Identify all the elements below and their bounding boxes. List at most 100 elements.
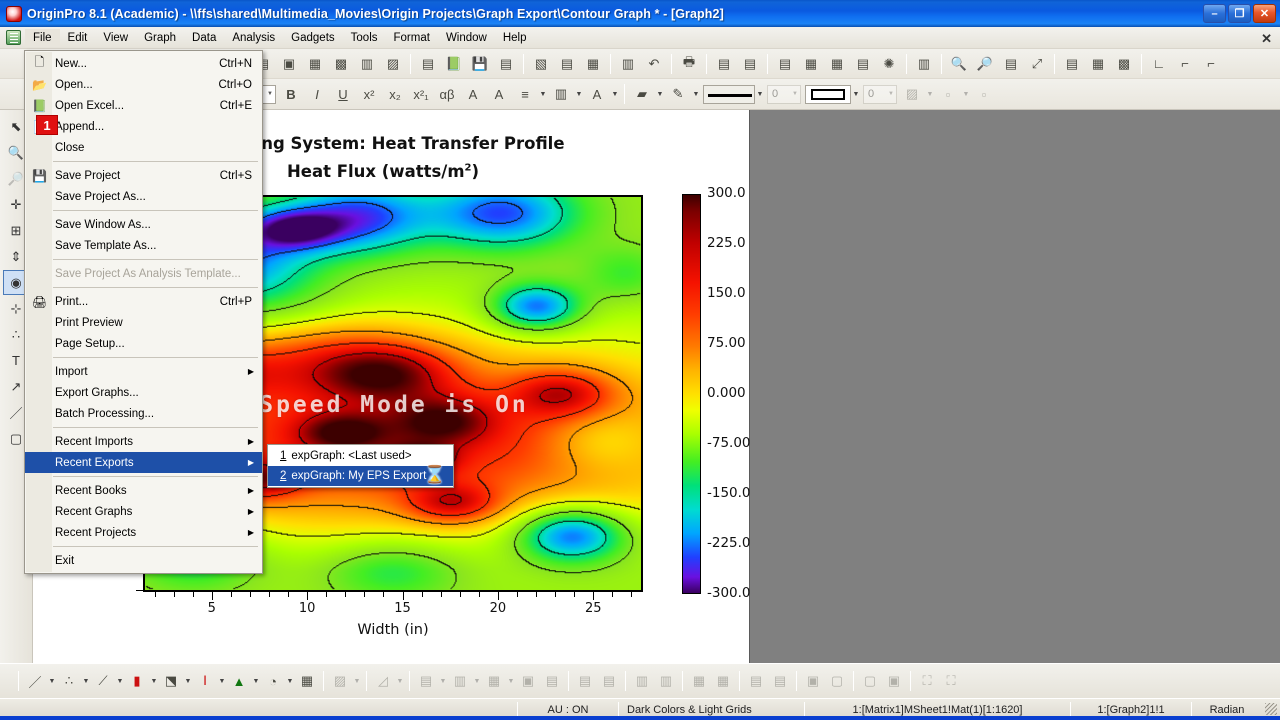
project-explorer-icon[interactable]: ▤ bbox=[773, 52, 797, 76]
chevron-down-icon[interactable]: ▼ bbox=[574, 91, 584, 98]
workbook-icon[interactable]: ▦ bbox=[825, 52, 849, 76]
pattern-fill-icon[interactable]: ▨ bbox=[900, 82, 924, 106]
chevron-down-icon[interactable]: ▼ bbox=[217, 678, 227, 685]
zoom-in-icon[interactable]: 🔍 bbox=[947, 52, 971, 76]
chevron-down-icon[interactable]: ▼ bbox=[285, 678, 295, 685]
file-menu-item-batch-processing[interactable]: Batch Processing... bbox=[25, 403, 262, 424]
underline-icon[interactable]: U bbox=[331, 82, 355, 106]
file-menu-item-export-graphs[interactable]: Export Graphs... bbox=[25, 382, 262, 403]
colorbar[interactable] bbox=[682, 194, 701, 594]
file-menu-item-print-preview[interactable]: Print Preview bbox=[25, 312, 262, 333]
chevron-down-icon[interactable]: ▼ bbox=[851, 91, 861, 98]
slider-icon[interactable]: ▥ bbox=[912, 52, 936, 76]
file-menu-item-exit[interactable]: Exit bbox=[25, 550, 262, 571]
add-bottom-x-left-y-icon[interactable]: ∟ bbox=[1147, 52, 1171, 76]
fill-area-plot-icon[interactable]: ▲ bbox=[228, 669, 250, 693]
file-menu-item-close[interactable]: Close bbox=[25, 137, 262, 158]
zoom-out-icon[interactable]: 🔎 bbox=[973, 52, 997, 76]
menu-graph[interactable]: Graph bbox=[136, 29, 184, 47]
recent-export-item-1[interactable]: 1 expGraph: <Last used> bbox=[268, 446, 453, 466]
font-color-icon[interactable]: A bbox=[585, 82, 609, 106]
superscript-icon[interactable]: x² bbox=[357, 82, 381, 106]
results-log-icon[interactable]: ▦ bbox=[799, 52, 823, 76]
open-excel-icon[interactable]: 📗 bbox=[442, 52, 466, 76]
italic-icon[interactable]: I bbox=[305, 82, 329, 106]
floating-bar-plot-icon[interactable]: Ⅰ bbox=[194, 669, 216, 693]
maximize-button[interactable]: ❐ bbox=[1228, 4, 1251, 23]
save-window-icon[interactable]: ▤ bbox=[494, 52, 518, 76]
document-close-icon[interactable]: ✕ bbox=[1261, 31, 1272, 47]
fill-color-icon[interactable]: ▰ bbox=[630, 82, 654, 106]
file-menu-dropdown[interactable]: 🗋 New... Ctrl+N 📂 Open... Ctrl+O 📗 Open Excel..… bbox=[24, 50, 263, 574]
file-menu-item-save-template-as[interactable]: Save Template As... bbox=[25, 235, 262, 256]
line-symbol-plot-icon[interactable]: ⟋ bbox=[92, 669, 114, 693]
chevron-down-icon[interactable]: ▼ bbox=[755, 91, 765, 98]
chevron-down-icon[interactable]: ▼ bbox=[655, 91, 665, 98]
column-bar-plot-icon[interactable]: ▮ bbox=[126, 669, 148, 693]
import-multiple-ascii-icon[interactable]: ▦ bbox=[581, 52, 605, 76]
line-style-swatch[interactable] bbox=[703, 84, 755, 104]
new-workbook-icon[interactable]: ▦ bbox=[303, 52, 327, 76]
line-plot-icon[interactable]: ／ bbox=[24, 669, 46, 693]
line-spacing-icon[interactable]: ▥ bbox=[549, 82, 573, 106]
file-menu-item-save-project[interactable]: 💾 Save Project Ctrl+S bbox=[25, 165, 262, 186]
add-top-x-right-y-icon[interactable]: ⌐ bbox=[1173, 52, 1197, 76]
multi-panel-icon[interactable]: ▦ bbox=[296, 669, 318, 693]
menu-view[interactable]: View bbox=[95, 29, 136, 47]
file-menu-item-save-project-as[interactable]: Save Project As... bbox=[25, 186, 262, 207]
menu-format[interactable]: Format bbox=[386, 29, 438, 47]
edit-notes-icon[interactable]: ▤ bbox=[712, 52, 736, 76]
file-menu-item-open-excel[interactable]: 📗 Open Excel... Ctrl+E bbox=[25, 95, 262, 116]
extract-layers-icon[interactable]: ▦ bbox=[1086, 52, 1110, 76]
new-graph-icon[interactable]: ▩ bbox=[329, 52, 353, 76]
border-style-swatch[interactable] bbox=[805, 84, 851, 104]
rescale-icon[interactable]: ⤢ bbox=[1025, 52, 1049, 76]
import-single-ascii-icon[interactable]: ▤ bbox=[555, 52, 579, 76]
file-menu-item-recent-imports[interactable]: Recent Imports ▶ bbox=[25, 431, 262, 452]
file-menu-item-print[interactable]: 🖨 Print... Ctrl+P bbox=[25, 291, 262, 312]
legend-icon[interactable]: ▤ bbox=[999, 52, 1023, 76]
merge-graph-icon[interactable]: ▤ bbox=[1060, 52, 1084, 76]
save-project-icon[interactable]: 💾 bbox=[468, 52, 492, 76]
file-menu-item-import[interactable]: Import ▶ bbox=[25, 361, 262, 382]
undo-icon[interactable]: ↶ bbox=[642, 52, 666, 76]
print-icon[interactable]: 🖶 bbox=[677, 52, 701, 76]
menu-data[interactable]: Data bbox=[184, 29, 224, 47]
increase-font-icon[interactable]: A bbox=[461, 82, 485, 106]
menu-help[interactable]: Help bbox=[495, 29, 535, 47]
area-plot-icon[interactable]: ⬔ bbox=[160, 669, 182, 693]
menu-edit[interactable]: Edit bbox=[60, 29, 96, 47]
open-project-icon[interactable]: ▤ bbox=[416, 52, 440, 76]
chevron-down-icon[interactable]: ▼ bbox=[183, 678, 193, 685]
menu-gadgets[interactable]: Gadgets bbox=[283, 29, 342, 47]
menu-analysis[interactable]: Analysis bbox=[224, 29, 283, 47]
menu-tools[interactable]: Tools bbox=[343, 29, 386, 47]
code-builder-icon[interactable]: ✺ bbox=[877, 52, 901, 76]
copy-page-icon[interactable]: ▥ bbox=[616, 52, 640, 76]
file-menu-item-save-window-as[interactable]: Save Window As... bbox=[25, 214, 262, 235]
table-icon[interactable]: ▫ bbox=[972, 82, 996, 106]
script-window-icon[interactable]: ▤ bbox=[851, 52, 875, 76]
grid-icon[interactable]: ▫ bbox=[936, 82, 960, 106]
chevron-down-icon[interactable]: ▼ bbox=[251, 678, 261, 685]
new-folder-icon[interactable]: ▣ bbox=[277, 52, 301, 76]
bold-icon[interactable]: B bbox=[279, 82, 303, 106]
line-width-combo[interactable]: 0 ▼ bbox=[767, 84, 801, 104]
layers-icon[interactable]: ▤ bbox=[738, 52, 762, 76]
minimize-button[interactable]: – bbox=[1203, 4, 1226, 23]
file-menu-item-append[interactable]: 📄Append... bbox=[25, 116, 262, 137]
new-layout-icon[interactable]: ▨ bbox=[381, 52, 405, 76]
chevron-down-icon[interactable]: ▼ bbox=[610, 91, 620, 98]
super-subscript-icon[interactable]: x²₁ bbox=[409, 82, 433, 106]
chevron-down-icon[interactable]: ▼ bbox=[691, 91, 701, 98]
chevron-down-icon[interactable]: ▼ bbox=[149, 678, 159, 685]
subscript-icon[interactable]: x₂ bbox=[383, 82, 407, 106]
chevron-down-icon[interactable]: ▼ bbox=[115, 678, 125, 685]
chevron-down-icon[interactable]: ▼ bbox=[961, 91, 971, 98]
add-right-y-icon[interactable]: ⌐ bbox=[1199, 52, 1223, 76]
new-matrix-icon[interactable]: ▥ bbox=[355, 52, 379, 76]
greek-icon[interactable]: αβ bbox=[435, 82, 459, 106]
resize-grip[interactable] bbox=[1265, 703, 1277, 715]
chevron-down-icon[interactable]: ▼ bbox=[81, 678, 91, 685]
file-menu-item-recent-books[interactable]: Recent Books ▶ bbox=[25, 480, 262, 501]
